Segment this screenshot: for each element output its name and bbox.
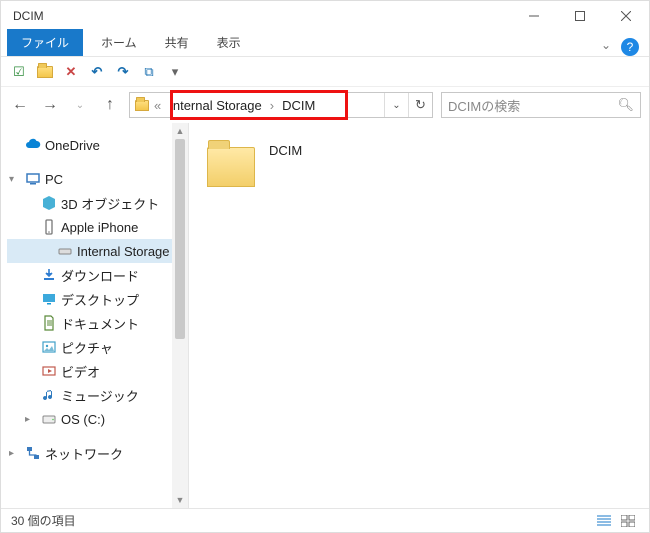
tree-node[interactable]: ピクチャ: [7, 335, 188, 359]
tab-home[interactable]: ホーム: [87, 29, 151, 56]
tree-label: ネットワーク: [45, 444, 123, 463]
ribbon-tabs: ファイル ホーム 共有 表示 ⌄ ?: [1, 31, 649, 57]
delete-icon[interactable]: ✕: [61, 62, 81, 82]
content-pane[interactable]: DCIM: [189, 123, 649, 508]
item-label: DCIM: [269, 141, 302, 158]
tree-node[interactable]: ビデオ: [7, 359, 188, 383]
address-row: ← → ⌄ ↑ « Internal Storage › DCIM ⌄ ↻ DC…: [1, 87, 649, 123]
pictures-icon: [41, 339, 57, 355]
tab-view[interactable]: 表示: [203, 29, 255, 56]
file-tab[interactable]: ファイル: [7, 29, 83, 56]
download-icon: [41, 267, 57, 283]
document-icon: [41, 315, 57, 331]
explorer-window: DCIM ファイル ホーム 共有 表示 ⌄ ? ☑ ✕ ↶ ↷ ⧉ ▾ ← → …: [0, 0, 650, 533]
redo-icon[interactable]: ↷: [113, 62, 133, 82]
minimize-button[interactable]: [511, 1, 557, 31]
video-icon: [41, 363, 57, 379]
chevron-right-icon: ›: [266, 98, 278, 113]
list-item[interactable]: DCIM: [207, 141, 631, 187]
tree-node[interactable]: デスクトップ: [7, 287, 188, 311]
tree-label: ピクチャ: [61, 338, 113, 357]
twisty-icon[interactable]: ▸: [9, 448, 21, 459]
tree-label: デスクトップ: [61, 290, 139, 309]
tree-node[interactable]: ▸ ネットワーク: [7, 441, 188, 465]
breadcrumb-segment[interactable]: Internal Storage: [165, 96, 266, 115]
tree-node[interactable]: ▸ OS (C:): [7, 407, 188, 431]
drive-icon: [57, 243, 73, 259]
forward-button[interactable]: →: [39, 94, 61, 116]
3d-icon: [41, 195, 57, 211]
search-icon: 🔍︎: [617, 97, 634, 113]
scroll-up-icon[interactable]: ▲: [172, 123, 188, 139]
address-dropdown-button[interactable]: ⌄: [384, 93, 408, 117]
quick-access-toolbar: ☑ ✕ ↶ ↷ ⧉ ▾: [1, 57, 649, 87]
view-details-button[interactable]: [593, 512, 615, 530]
tree-label: OneDrive: [45, 138, 100, 153]
ribbon-collapse-icon[interactable]: ⌄: [595, 34, 617, 56]
back-button[interactable]: ←: [9, 94, 31, 116]
tree-scrollbar[interactable]: ▲ ▼: [172, 123, 188, 508]
breadcrumb-segment[interactable]: DCIM: [278, 96, 319, 115]
tree-label: PC: [45, 172, 63, 187]
tree-label: ダウンロード: [61, 266, 139, 285]
cloud-icon: [25, 137, 41, 153]
phone-icon: [41, 219, 57, 235]
tree-label: Internal Storage: [77, 244, 170, 259]
tree-label: Apple iPhone: [61, 220, 138, 235]
body: OneDrive ▾ PC 3D オブジェクト Apple iPhone Internal…: [1, 123, 649, 508]
tree-node[interactable]: Internal Storage: [7, 239, 188, 263]
tree-node[interactable]: Apple iPhone: [7, 215, 188, 239]
tree-node[interactable]: ドキュメント: [7, 311, 188, 335]
recent-locations-button[interactable]: ⌄: [69, 94, 91, 116]
nav-tree: OneDrive ▾ PC 3D オブジェクト Apple iPhone Internal…: [1, 123, 189, 508]
maximize-button[interactable]: [557, 1, 603, 31]
view-large-icons-button[interactable]: [617, 512, 639, 530]
address-bar[interactable]: « Internal Storage › DCIM ⌄ ↻: [129, 92, 433, 118]
breadcrumb-prefix: «: [150, 98, 165, 113]
tree-node[interactable]: ミュージック: [7, 383, 188, 407]
resize-icon[interactable]: ⧉: [139, 62, 159, 82]
help-button[interactable]: ?: [621, 38, 639, 56]
status-bar: 30 個の項目: [1, 508, 649, 532]
desktop-icon: [41, 291, 57, 307]
tree-node[interactable]: ダウンロード: [7, 263, 188, 287]
tree-label: ミュージック: [61, 386, 139, 405]
tree-label: ビデオ: [61, 362, 100, 381]
disk-icon: [41, 411, 57, 427]
close-button[interactable]: [603, 1, 649, 31]
tree-node[interactable]: ▾ PC: [7, 167, 188, 191]
pc-icon: [25, 171, 41, 187]
search-input[interactable]: DCIMの検索 🔍︎: [441, 92, 641, 118]
twisty-icon[interactable]: ▸: [25, 414, 37, 425]
overflow-icon[interactable]: ▾: [165, 62, 185, 82]
undo-icon[interactable]: ↶: [87, 62, 107, 82]
scroll-thumb[interactable]: [175, 139, 185, 339]
twisty-icon[interactable]: ▾: [9, 174, 21, 185]
tree-node[interactable]: 3D オブジェクト: [7, 191, 188, 215]
network-icon: [25, 445, 41, 461]
music-icon: [41, 387, 57, 403]
folder-icon: [207, 147, 255, 187]
tree-node[interactable]: OneDrive: [7, 133, 188, 157]
refresh-button[interactable]: ↻: [408, 93, 432, 117]
up-button[interactable]: ↑: [99, 94, 121, 116]
status-text: 30 個の項目: [11, 512, 76, 529]
scroll-down-icon[interactable]: ▼: [172, 492, 188, 508]
window-title: DCIM: [13, 9, 44, 23]
folder-icon[interactable]: [35, 62, 55, 82]
search-placeholder: DCIMの検索: [448, 96, 520, 115]
tree-label: 3D オブジェクト: [61, 194, 159, 213]
properties-icon[interactable]: ☑: [9, 62, 29, 82]
folder-icon: [134, 97, 150, 113]
tree-label: ドキュメント: [61, 314, 139, 333]
tree-label: OS (C:): [61, 412, 105, 427]
title-bar: DCIM: [1, 1, 649, 31]
tab-share[interactable]: 共有: [151, 29, 203, 56]
